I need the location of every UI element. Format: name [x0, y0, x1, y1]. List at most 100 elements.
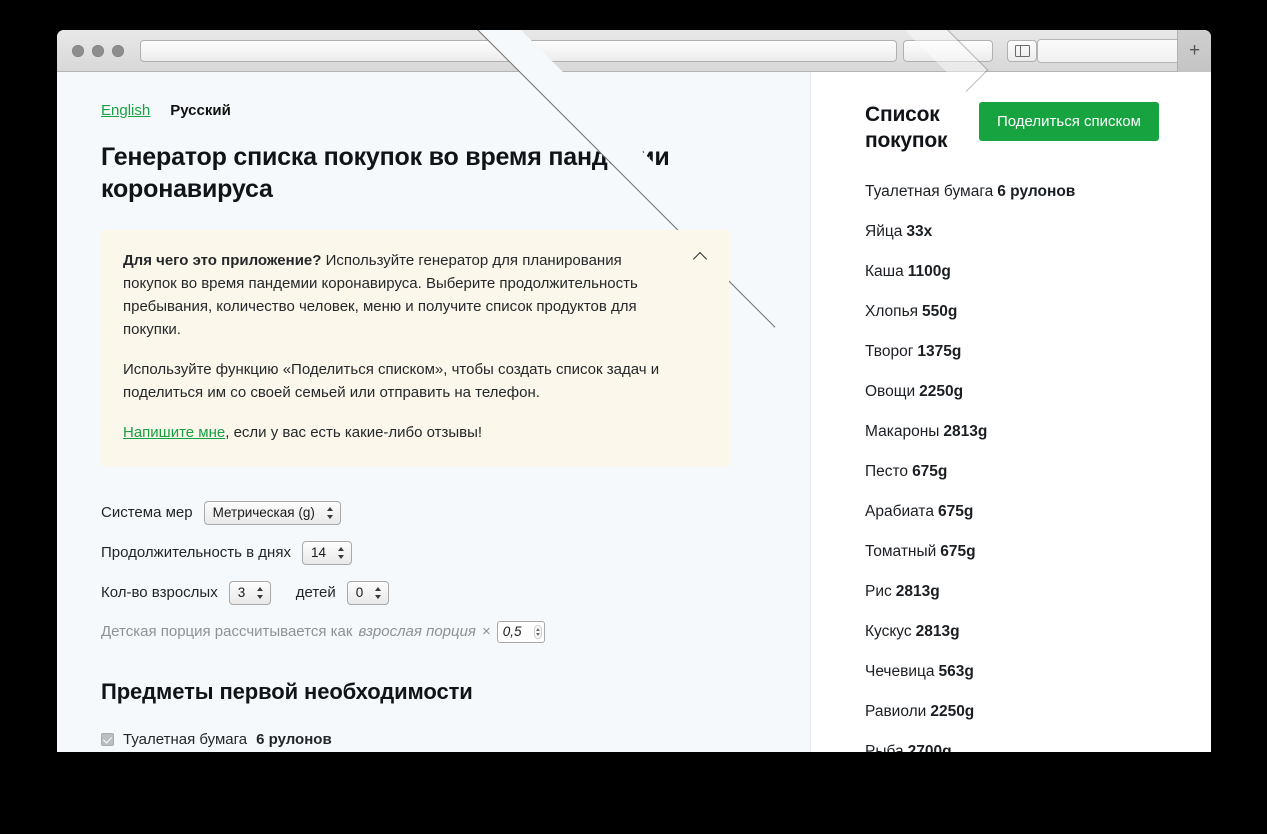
- list-item-qty: 675g: [937, 503, 974, 521]
- new-tab-button[interactable]: +: [1177, 30, 1211, 72]
- children-label: детей: [295, 584, 336, 602]
- browser-toolbar: covid.shopping ↻ +: [57, 30, 1211, 328]
- list-item-name: Песто: [865, 463, 909, 481]
- back-button[interactable]: [140, 30, 897, 328]
- browser-window: covid.shopping ↻ + English Русский Генер…: [57, 30, 1211, 752]
- child-ratio-input[interactable]: [496, 620, 545, 643]
- list-item: Хлопья 550g: [865, 303, 1181, 321]
- window-controls: [72, 44, 124, 57]
- main-column: English Русский Генератор списка покупок…: [57, 72, 810, 752]
- days-row: Продолжительность в днях 14: [101, 540, 766, 565]
- list-item: Овощи 2250g: [865, 383, 1181, 401]
- callout-body-3: , если у вас есть какие-либо отзывы!: [225, 423, 483, 441]
- checkbox-checked-icon[interactable]: [101, 732, 114, 746]
- list-item: Томатный 675g: [865, 543, 1181, 561]
- callout-paragraph-3: Напишите мне, если у вас есть какие-либо…: [123, 422, 671, 445]
- callout-paragraph-1: Для чего это приложение? Используйте ген…: [123, 250, 671, 342]
- info-callout: Для чего это приложение? Используйте ген…: [101, 230, 729, 467]
- shopping-list: Туалетная бумага 6 рулонов Яйца 33x Каша 1100…: [865, 183, 1181, 752]
- ratio-input-wrapper: [496, 620, 545, 643]
- list-item-name: Яйца: [865, 223, 903, 241]
- contact-link[interactable]: Напишите мне: [123, 424, 225, 441]
- maximize-button[interactable]: [112, 44, 124, 57]
- list-item-name: Туалетная бумага: [865, 183, 994, 201]
- list-item-qty: 1100g: [907, 263, 951, 281]
- list-item-qty: 563g: [938, 663, 974, 681]
- list-item-name: Чечевица: [865, 663, 935, 681]
- list-item-name: Хлопья: [865, 303, 919, 321]
- list-item-name: Каша: [865, 263, 904, 281]
- adults-label: Кол-во взрослых: [101, 584, 218, 602]
- list-item: Творог 1375g: [865, 343, 1181, 361]
- sidebar-icon: [1014, 44, 1030, 57]
- list-item-qty: 550g: [922, 303, 958, 321]
- note-times: ×: [481, 623, 491, 641]
- list-item: Каша 1100g: [865, 263, 1181, 281]
- callout-paragraph-2: Используйте функцию «Поделиться списком»…: [123, 360, 660, 401]
- list-item-name: Творог: [865, 343, 914, 361]
- list-item: Яйца 33x: [865, 223, 1181, 241]
- note-italic: взрослая порция: [358, 623, 476, 641]
- list-item-qty: 675g: [912, 463, 948, 481]
- adults-select[interactable]: 3: [228, 580, 271, 605]
- list-item: Макароны 2813g: [865, 423, 1181, 441]
- list-item-qty: 2813g: [943, 423, 988, 441]
- list-item-qty: 1375g: [917, 343, 962, 361]
- language-russian-active[interactable]: Русский: [170, 102, 231, 119]
- list-item-name: Рыба: [865, 743, 904, 752]
- list-item: Рис 2813g: [865, 583, 1181, 601]
- list-item: Чечевица 563g: [865, 663, 1181, 681]
- essentials-item-row[interactable]: Туалетная бумага 6 рулонов: [101, 731, 766, 748]
- list-item-name: Рис: [865, 583, 892, 601]
- sidebar-title: Список покупок: [865, 103, 948, 152]
- essentials-heading: Предметы первой необходимости: [101, 678, 473, 704]
- units-row: Система мер Метрическая (g): [101, 500, 766, 525]
- chevron-up-icon[interactable]: [694, 250, 707, 263]
- list-item-name: Овощи: [865, 383, 916, 401]
- list-item-name: Равиоли: [865, 703, 927, 721]
- minimize-button[interactable]: [92, 44, 104, 57]
- list-item-qty: 6 рулонов: [997, 183, 1076, 201]
- units-select[interactable]: Метрическая (g): [203, 500, 341, 525]
- list-item-name: Кускус: [865, 623, 912, 641]
- callout-question: Для чего это приложение?: [123, 252, 322, 269]
- list-item-name: Арабиата: [865, 503, 934, 521]
- essentials-item-qty: 6 рулонов: [256, 730, 332, 748]
- navigation-buttons: [140, 30, 993, 328]
- list-item-name: Томатный: [865, 543, 937, 561]
- adults-select-wrapper: 3: [228, 580, 271, 605]
- forward-button[interactable]: [903, 30, 993, 92]
- list-item-qty: 2250g: [930, 703, 975, 721]
- list-item-qty: 2813g: [895, 583, 940, 601]
- sidebar-header: Список покупок Поделиться списком: [865, 102, 1181, 153]
- list-item-qty: 2250g: [919, 383, 964, 401]
- list-item: Арабиата 675g: [865, 503, 1181, 521]
- list-item-qty: 33x: [906, 223, 933, 241]
- list-item: Песто 675g: [865, 463, 1181, 481]
- children-select-wrapper: 0: [346, 580, 389, 605]
- list-item: Равиоли 2250g: [865, 703, 1181, 721]
- list-item: Кускус 2813g: [865, 623, 1181, 641]
- days-select-wrapper: 14: [301, 540, 352, 565]
- days-label: Продолжительность в днях: [101, 544, 291, 562]
- share-list-button[interactable]: Поделиться списком: [979, 102, 1159, 141]
- note-prefix: Детская порция рассчитывается как: [101, 623, 353, 641]
- essentials-item-label: Туалетная бумага: [123, 730, 248, 748]
- list-item: Рыба 2700g: [865, 743, 1181, 752]
- language-english-link[interactable]: English: [101, 102, 150, 119]
- days-select[interactable]: 14: [301, 540, 352, 565]
- children-select[interactable]: 0: [346, 580, 389, 605]
- sidebar-toggle-button[interactable]: [1007, 39, 1037, 62]
- list-item-qty: 2700g: [907, 743, 952, 752]
- list-item-name: Макароны: [865, 423, 940, 441]
- language-switcher: English Русский: [101, 102, 766, 119]
- list-item: Туалетная бумага 6 рулонов: [865, 183, 1181, 201]
- close-button[interactable]: [72, 44, 84, 57]
- units-select-wrapper: Метрическая (g): [203, 500, 341, 525]
- list-item-qty: 675g: [940, 543, 976, 561]
- child-portion-note: Детская порция рассчитывается как взросл…: [101, 620, 766, 643]
- shopping-list-sidebar: Список покупок Поделиться списком Туалет…: [810, 72, 1211, 752]
- list-item-qty: 2813g: [915, 623, 960, 641]
- units-label: Система мер: [101, 504, 193, 522]
- people-row: Кол-во взрослых 3 детей 0: [101, 580, 766, 605]
